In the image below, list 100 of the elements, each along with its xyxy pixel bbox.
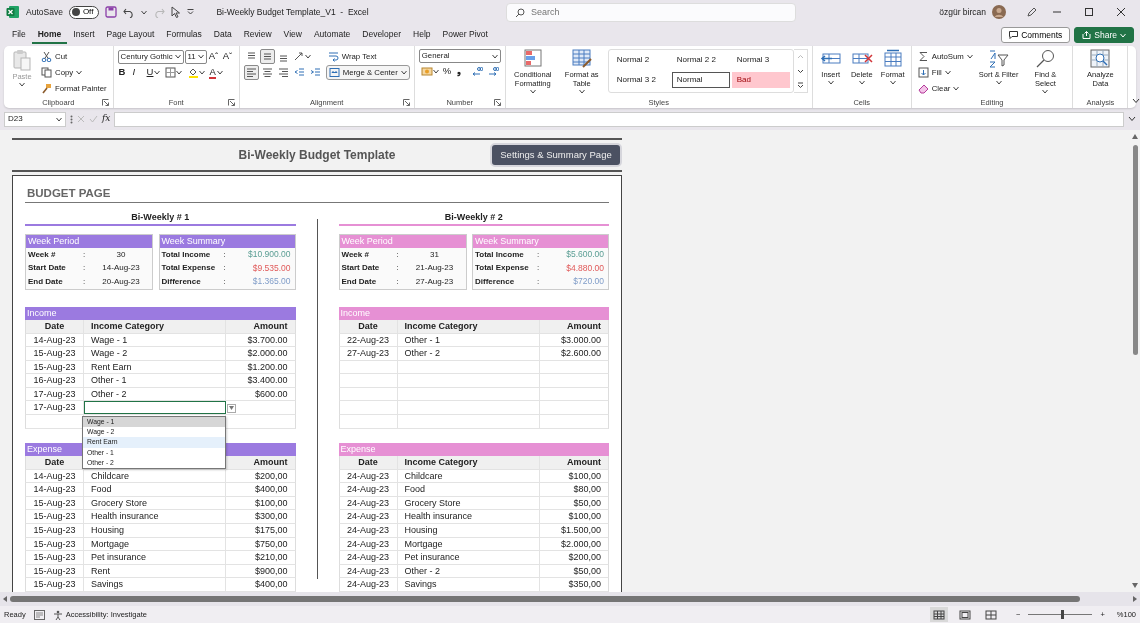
search-icon — [514, 7, 525, 18]
decrease-font-button[interactable]: Aˇ — [221, 49, 235, 64]
scroll-up-icon[interactable] — [1132, 134, 1138, 139]
cell-style[interactable]: Bad — [731, 72, 790, 88]
dialog-launcher-icon[interactable] — [227, 99, 235, 106]
column-header: Date — [26, 455, 84, 469]
increase-font-button[interactable]: Aˆ — [207, 49, 221, 64]
table-cell-text: $600.00 — [253, 387, 289, 401]
table-cell-text: $400,00 — [253, 578, 289, 591]
field-label: Difference — [474, 275, 516, 288]
comments-button[interactable]: Comments — [1001, 26, 1071, 44]
tool-button[interactable] — [162, 65, 185, 80]
week-box-header: Week Summary — [159, 235, 295, 248]
formula-input[interactable] — [114, 111, 1124, 127]
undo-icon[interactable] — [123, 6, 136, 18]
menu-tab[interactable]: View — [277, 25, 308, 45]
font-color-button[interactable]: A — [208, 65, 224, 80]
dropdown-arrow-button[interactable] — [227, 403, 236, 413]
share-button[interactable]: Share — [1074, 26, 1134, 44]
cell-style[interactable]: Normal 3 — [731, 52, 790, 68]
week-box-header: Week Period — [26, 235, 152, 248]
table-cell-text: $200,00 — [567, 551, 602, 564]
caret-icon — [141, 9, 148, 15]
cell-style[interactable]: Normal 2 2 — [671, 52, 730, 68]
table-cell-text: $50,00 — [572, 564, 602, 578]
increase-decimal-icon — [471, 66, 483, 77]
brush-icon — [41, 83, 52, 94]
column-header: Date — [339, 319, 398, 333]
dialog-launcher-icon[interactable] — [101, 99, 109, 106]
pen-icon[interactable] — [1026, 6, 1038, 18]
field-label: Start Date — [340, 262, 381, 275]
table-cell: Pet insurance — [84, 551, 226, 564]
table-cell: Grocery Store — [84, 496, 226, 510]
percent-button[interactable]: % — [441, 64, 455, 79]
align-middle-icon — [261, 51, 273, 62]
field-value: 20-Aug-23 — [102, 275, 140, 288]
macro-icon[interactable] — [33, 609, 45, 620]
customize-icon[interactable] — [187, 9, 195, 15]
search-field[interactable]: Search — [505, 2, 796, 22]
menu-tab[interactable]: Page Layout — [100, 25, 161, 45]
dialog-launcher-icon[interactable] — [402, 99, 410, 106]
settings-summary-button[interactable]: Settings & Summary Page — [490, 143, 622, 167]
table-cell: Wage - 2 — [84, 347, 226, 360]
cell-style[interactable]: Normal 3 2 — [611, 72, 670, 88]
scroll-down-icon[interactable] — [1132, 583, 1138, 588]
menu-tab[interactable]: File — [6, 25, 32, 45]
table-format-icon — [570, 49, 593, 69]
autosave-toggle[interactable]: Off — [68, 5, 100, 19]
close-icon[interactable] — [1116, 7, 1126, 17]
bold-button[interactable]: B — [117, 65, 131, 80]
table-cell: Pet insurance — [397, 551, 540, 564]
cell-style[interactable]: Normal 2 — [611, 52, 670, 68]
menu-tab[interactable]: Developer — [356, 25, 408, 45]
table-cell: 17-Aug-23 — [26, 387, 84, 401]
maximize-icon[interactable] — [1084, 7, 1094, 17]
menu-tab[interactable]: Automate — [307, 25, 357, 45]
expand-icon[interactable] — [1128, 116, 1136, 122]
slider-thumb[interactable] — [1060, 610, 1064, 619]
field-label: Total Income — [474, 248, 525, 261]
align-center-icon — [261, 67, 273, 78]
field-label: Difference — [160, 275, 202, 288]
menu-tab[interactable]: Insert — [67, 25, 101, 45]
menu-tab[interactable]: Review — [237, 25, 278, 45]
share-icon — [1082, 31, 1092, 39]
table-cell-text: $100,00 — [567, 469, 602, 483]
underline-button[interactable]: U — [145, 65, 162, 80]
table-cell: Mortgage — [84, 537, 226, 551]
scroll-right-icon[interactable] — [1133, 596, 1137, 602]
menu-tab[interactable]: Home — [31, 25, 68, 45]
cell-style[interactable]: Normal — [671, 72, 730, 88]
active-cell[interactable] — [84, 401, 226, 415]
table-cell: Childcare — [84, 469, 226, 483]
comma-style-button[interactable]: ❟ — [455, 64, 469, 79]
analyze-icon — [1089, 49, 1112, 69]
table-cell: 15-Aug-23 — [26, 551, 84, 564]
scroll-down-icon[interactable] — [796, 68, 804, 74]
avatar-icon — [992, 5, 1006, 19]
scrollbar-thumb[interactable] — [10, 596, 1080, 602]
save-icon[interactable] — [105, 6, 118, 18]
name-box[interactable]: D23 — [4, 111, 66, 127]
more-icon[interactable] — [796, 82, 804, 88]
menu-tab[interactable]: Formulas — [160, 25, 208, 45]
pointer-icon[interactable] — [171, 6, 182, 18]
scroll-left-icon[interactable] — [3, 596, 7, 602]
dialog-launcher-icon[interactable] — [493, 99, 501, 106]
menu-tab[interactable]: Power Pivot — [436, 25, 494, 45]
tool-button[interactable] — [243, 65, 259, 80]
collapse-icon[interactable] — [1132, 98, 1140, 104]
column-header: Amount — [252, 319, 289, 333]
table-cell: Other - 2 — [84, 387, 226, 401]
tool-button[interactable] — [259, 49, 275, 64]
autosave-label: AutoSave — [26, 5, 63, 19]
menu-tab[interactable]: Data — [207, 25, 238, 45]
insert-function-button[interactable]: fx — [102, 112, 111, 126]
align-right-icon — [277, 67, 289, 78]
menu-tab[interactable]: Help — [407, 25, 437, 45]
align-top-icon — [245, 51, 257, 62]
scrollbar-thumb[interactable] — [1132, 145, 1138, 355]
italic-button[interactable]: I — [131, 65, 145, 80]
normal-view-button[interactable] — [930, 607, 949, 622]
